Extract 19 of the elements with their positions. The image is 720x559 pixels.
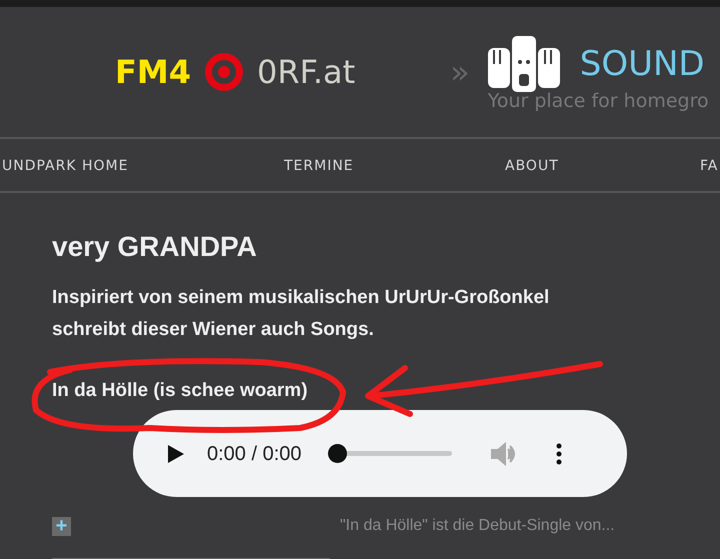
teaser-text: "In da Hölle" ist die Debut-Single von...	[340, 516, 615, 536]
site-name[interactable]: SOUND	[580, 46, 705, 80]
chevron-separator: »	[450, 56, 470, 88]
tagline: Your place for homegro	[488, 92, 709, 110]
play-icon[interactable]	[167, 444, 185, 464]
fm4-logo[interactable]: FM4	[115, 56, 191, 88]
progress-track[interactable]	[328, 444, 452, 463]
time-display: 0:00 / 0:00	[207, 442, 302, 466]
article-title: very GRANDPA	[52, 230, 257, 264]
nav-link[interactable]: FA	[700, 158, 718, 174]
more-options-icon[interactable]	[556, 442, 562, 464]
nav-link[interactable]: ABOUT	[505, 158, 559, 174]
intro-text: Inspiriert von seinem musikalischen UrUrUr-Großonkel schreibt dieser Wiener auch Songs.	[52, 286, 550, 342]
nav-link[interactable]: UNDPARK HOME	[2, 158, 128, 174]
target-icon	[202, 51, 245, 93]
nav-link[interactable]: TERMINE	[284, 158, 354, 174]
orf-logo[interactable]: 0RF.at	[256, 56, 356, 88]
mascot-logo-icon	[488, 34, 560, 94]
track-title: In da Hölle (is schee woarm)	[52, 379, 308, 403]
